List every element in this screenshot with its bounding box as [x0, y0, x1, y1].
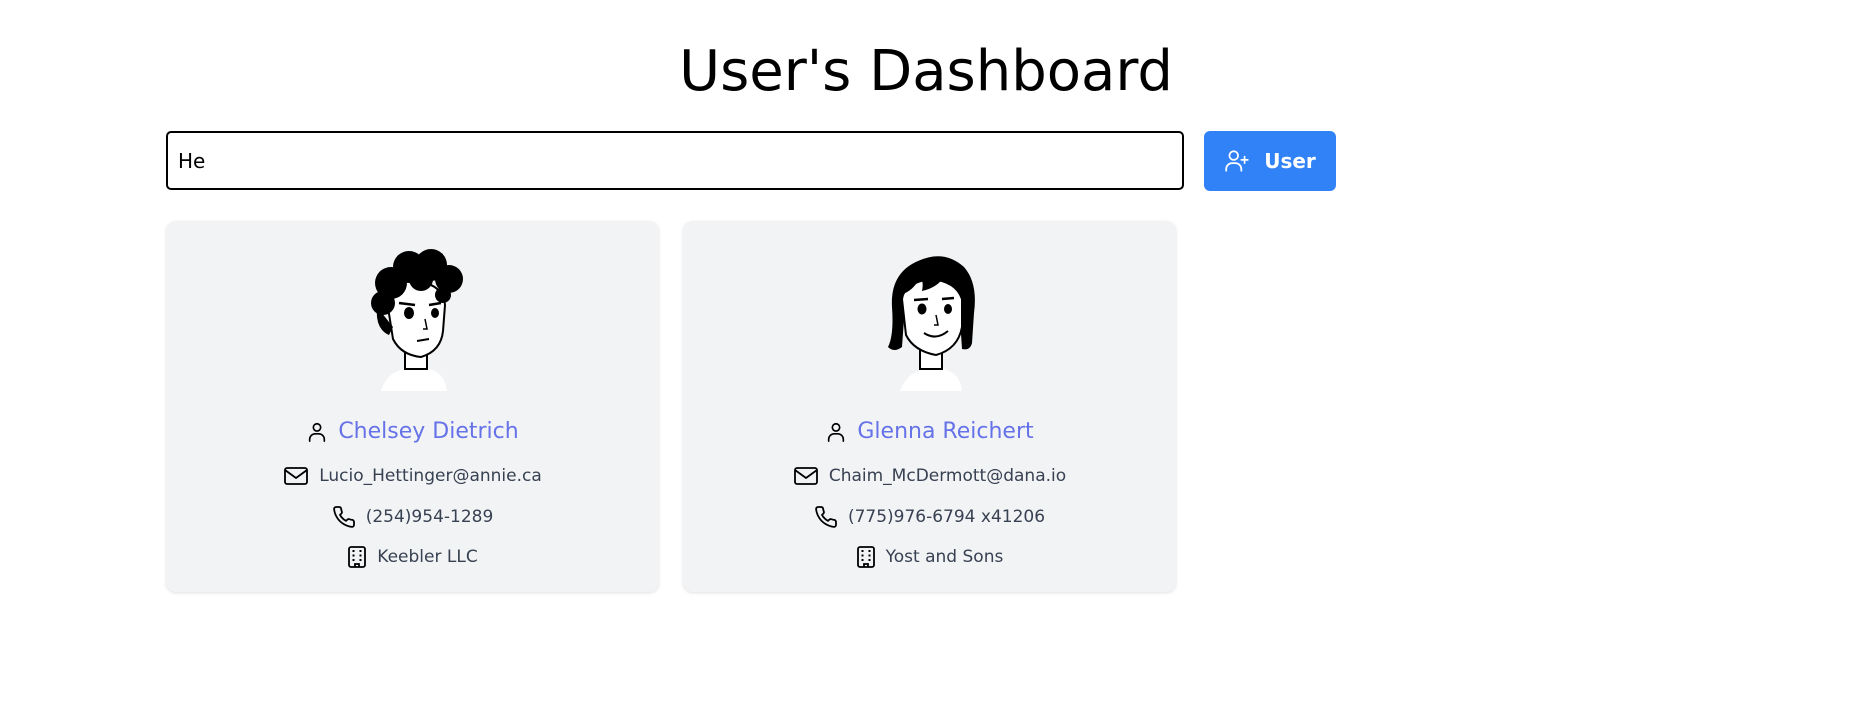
user-company-row: Yost and Sons — [683, 545, 1176, 569]
building-icon — [347, 545, 367, 569]
user-company: Keebler LLC — [377, 547, 478, 567]
user-icon — [306, 420, 328, 444]
user-icon — [825, 420, 847, 444]
user-card: Glenna Reichert Chaim_McDermott@dana.io … — [683, 221, 1176, 592]
search-input[interactable] — [166, 131, 1184, 190]
page-title: User's Dashboard — [679, 39, 1173, 104]
user-name-link[interactable]: Glenna Reichert — [857, 419, 1033, 444]
mail-icon — [283, 465, 309, 487]
shoulder-length-hair-avatar-icon — [874, 243, 986, 393]
user-phone: (254)954-1289 — [365, 507, 494, 527]
dashboard-page: User's Dashboard User — [0, 0, 1852, 710]
user-email: Lucio_Hettinger@annie.ca — [319, 466, 542, 486]
building-icon — [856, 545, 876, 569]
mail-icon — [793, 465, 819, 487]
user-email: Chaim_McDermott@dana.io — [828, 466, 1067, 486]
user-plus-icon — [1224, 148, 1250, 174]
add-user-label: User — [1264, 149, 1316, 173]
user-card: Chelsey Dietrich Lucio_Hettinger@annie.c… — [166, 221, 659, 592]
curly-hair-avatar-icon — [357, 243, 469, 393]
phone-icon — [814, 505, 838, 529]
add-user-button[interactable]: User — [1204, 131, 1336, 191]
user-phone-row: (775)976-6794 x41206 — [683, 505, 1176, 529]
user-email-row: Lucio_Hettinger@annie.ca — [166, 465, 659, 487]
user-name-row: Chelsey Dietrich — [166, 419, 659, 444]
user-phone-row: (254)954-1289 — [166, 505, 659, 529]
user-company: Yost and Sons — [885, 547, 1004, 567]
user-email-row: Chaim_McDermott@dana.io — [683, 465, 1176, 487]
user-company-row: Keebler LLC — [166, 545, 659, 569]
phone-icon — [332, 505, 356, 529]
user-name-row: Glenna Reichert — [683, 419, 1176, 444]
user-phone: (775)976-6794 x41206 — [847, 507, 1046, 527]
user-name-link[interactable]: Chelsey Dietrich — [338, 419, 518, 444]
